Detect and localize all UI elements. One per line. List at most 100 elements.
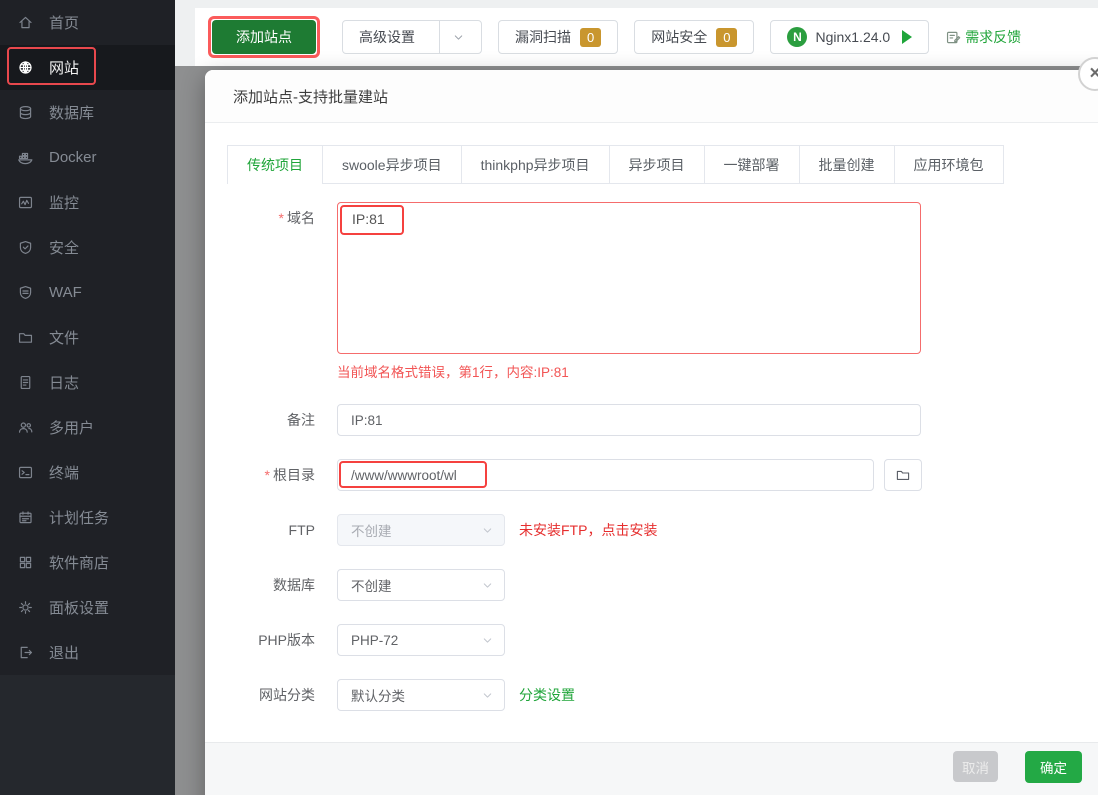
chevron-down-icon [481,689,494,702]
modal-body: 传统项目 swoole异步项目 thinkphp异步项目 异步项目 一键部署 批… [205,123,1098,711]
modal-footer: 取消 确定 [205,742,1098,795]
sidebar-item-files[interactable]: 文件 [0,315,175,360]
gear-icon [17,599,34,616]
database-select[interactable]: 不创建 [337,569,505,601]
sidebar-item-logs[interactable]: 日志 [0,360,175,405]
tab-one-click-deploy[interactable]: 一键部署 [703,146,799,184]
sidebar-item-label: 文件 [49,330,80,347]
site-security-button[interactable]: 网站安全 0 [634,20,755,54]
advanced-settings-label: 高级设置 [359,29,415,45]
form-row-root-dir: * 根目录 /www/wwwroot/wl [227,459,1098,491]
chevron-down-icon [481,579,494,592]
sidebar-item-label: 网站 [49,60,80,77]
add-site-button[interactable]: 添加站点 [212,20,316,54]
sidebar-item-multiuser[interactable]: 多用户 [0,405,175,450]
required-mark: * [264,467,270,483]
users-icon [17,419,34,436]
sidebar-item-security[interactable]: 安全 [0,225,175,270]
sidebar-item-label: 终端 [49,465,80,482]
folder-icon [896,470,910,480]
tab-app-env-package[interactable]: 应用环境包 [893,146,1003,184]
root-dir-input[interactable]: /www/wwwroot/wl [337,459,874,491]
sidebar-item-label: 数据库 [49,105,95,122]
docker-icon [17,149,34,166]
sidebar-item-label: 面板设置 [49,600,110,617]
modal-header: 添加站点-支持批量建站 [205,70,1098,123]
tab-batch-create[interactable]: 批量创建 [798,146,894,184]
sidebar-item-settings[interactable]: 面板设置 [0,585,175,630]
sidebar-item-cron[interactable]: 计划任务 [0,495,175,540]
split-divider [439,20,440,54]
site-security-label: 网站安全 [651,29,708,45]
sidebar-menu: 首页 网站 数据库 Docker 监控 安全 WAF 文件 日志 多用户 终端 … [0,0,175,675]
calendar-icon [17,509,34,526]
database-label: 数据库 [273,577,315,593]
sidebar-item-label: 首页 [49,15,80,32]
feedback-link[interactable]: 需求反馈 [945,27,1021,47]
sidebar-item-monitor[interactable]: 监控 [0,180,175,225]
log-icon [17,374,34,391]
vuln-scan-label: 漏洞扫描 [515,29,571,45]
shield-waf-icon [17,284,34,301]
sidebar-item-label: 监控 [49,195,80,212]
php-version-select[interactable]: PHP-72 [337,624,505,656]
sidebar-item-label: 软件商店 [49,555,110,572]
category-settings-link[interactable]: 分类设置 [519,685,575,705]
tab-thinkphp-project[interactable]: thinkphp异步项目 [460,146,609,184]
nginx-logo-icon: N [787,27,808,47]
nginx-status-button[interactable]: N Nginx1.24.0 [770,20,930,54]
sidebar-item-website[interactable]: 网站 [0,45,175,90]
nginx-version-label: Nginx1.24.0 [815,29,891,45]
ftp-select[interactable]: 不创建 [337,514,505,546]
sidebar-item-label: 退出 [49,645,80,662]
home-icon [17,14,34,31]
form-row-ftp: FTP 不创建 未安装FTP，点击安装 [227,514,1098,546]
globe-icon [17,59,34,76]
vuln-scan-count-badge: 0 [580,27,602,47]
sidebar-item-logout[interactable]: 退出 [0,630,175,675]
remark-input[interactable]: IP:81 [337,404,921,436]
form-row-database: 数据库 不创建 [227,569,1098,601]
sidebar-item-terminal[interactable]: 终端 [0,450,175,495]
cancel-button[interactable]: 取消 [953,751,998,782]
play-icon [902,30,913,44]
advanced-settings-button[interactable]: 高级设置 [342,20,482,54]
form-row-category: 网站分类 默认分类 分类设置 [227,679,1098,711]
category-select-value: 默认分类 [351,689,405,704]
sidebar-item-label: 多用户 [49,420,95,437]
site-security-count-badge: 0 [716,27,738,47]
sidebar-item-label: 安全 [49,240,80,257]
shield-check-icon [17,239,34,256]
php-version-select-value: PHP-72 [351,632,399,648]
database-select-value: 不创建 [351,579,392,594]
vuln-scan-button[interactable]: 漏洞扫描 0 [498,20,619,54]
monitor-icon [17,194,34,211]
tab-async-project[interactable]: 异步项目 [608,146,704,184]
domain-block: IP:81 当前域名格式错误，第1行，内容:IP:81 [337,202,921,381]
ftp-label: FTP [288,522,315,538]
form-row-domain: * 域名 IP:81 当前域名格式错误，第1行，内容:IP:81 [227,202,1098,381]
logout-icon [17,644,34,661]
confirm-button[interactable]: 确定 [1025,751,1082,783]
sidebar-item-home[interactable]: 首页 [0,0,175,45]
category-select[interactable]: 默认分类 [337,679,505,711]
tab-traditional-project[interactable]: 传统项目 [228,146,322,184]
root-dir-wrap: /www/wwwroot/wl [337,459,874,491]
website-toolbar: 添加站点 高级设置 漏洞扫描 0 网站安全 0 N Nginx1.24.0 需求… [195,8,1098,66]
sidebar-item-database[interactable]: 数据库 [0,90,175,135]
sidebar-item-waf[interactable]: WAF [0,270,175,315]
add-site-modal: 添加站点-支持批量建站 × 传统项目 swoole异步项目 thinkphp异步… [205,57,1098,795]
folder-icon [17,329,34,346]
category-label: 网站分类 [259,687,315,703]
ftp-select-value: 不创建 [351,524,392,539]
sidebar-item-label: WAF [49,284,82,301]
remark-label: 备注 [287,412,315,428]
domain-textarea[interactable]: IP:81 [337,202,921,354]
sidebar-item-appstore[interactable]: 软件商店 [0,540,175,585]
chevron-down-icon[interactable] [452,31,465,44]
sidebar-item-docker[interactable]: Docker [0,135,175,180]
ftp-install-note[interactable]: 未安装FTP，点击安装 [519,520,657,540]
tab-swoole-project[interactable]: swoole异步项目 [322,146,461,184]
project-type-tabs: 传统项目 swoole异步项目 thinkphp异步项目 异步项目 一键部署 批… [227,145,1004,184]
browse-directory-button[interactable] [884,459,922,491]
